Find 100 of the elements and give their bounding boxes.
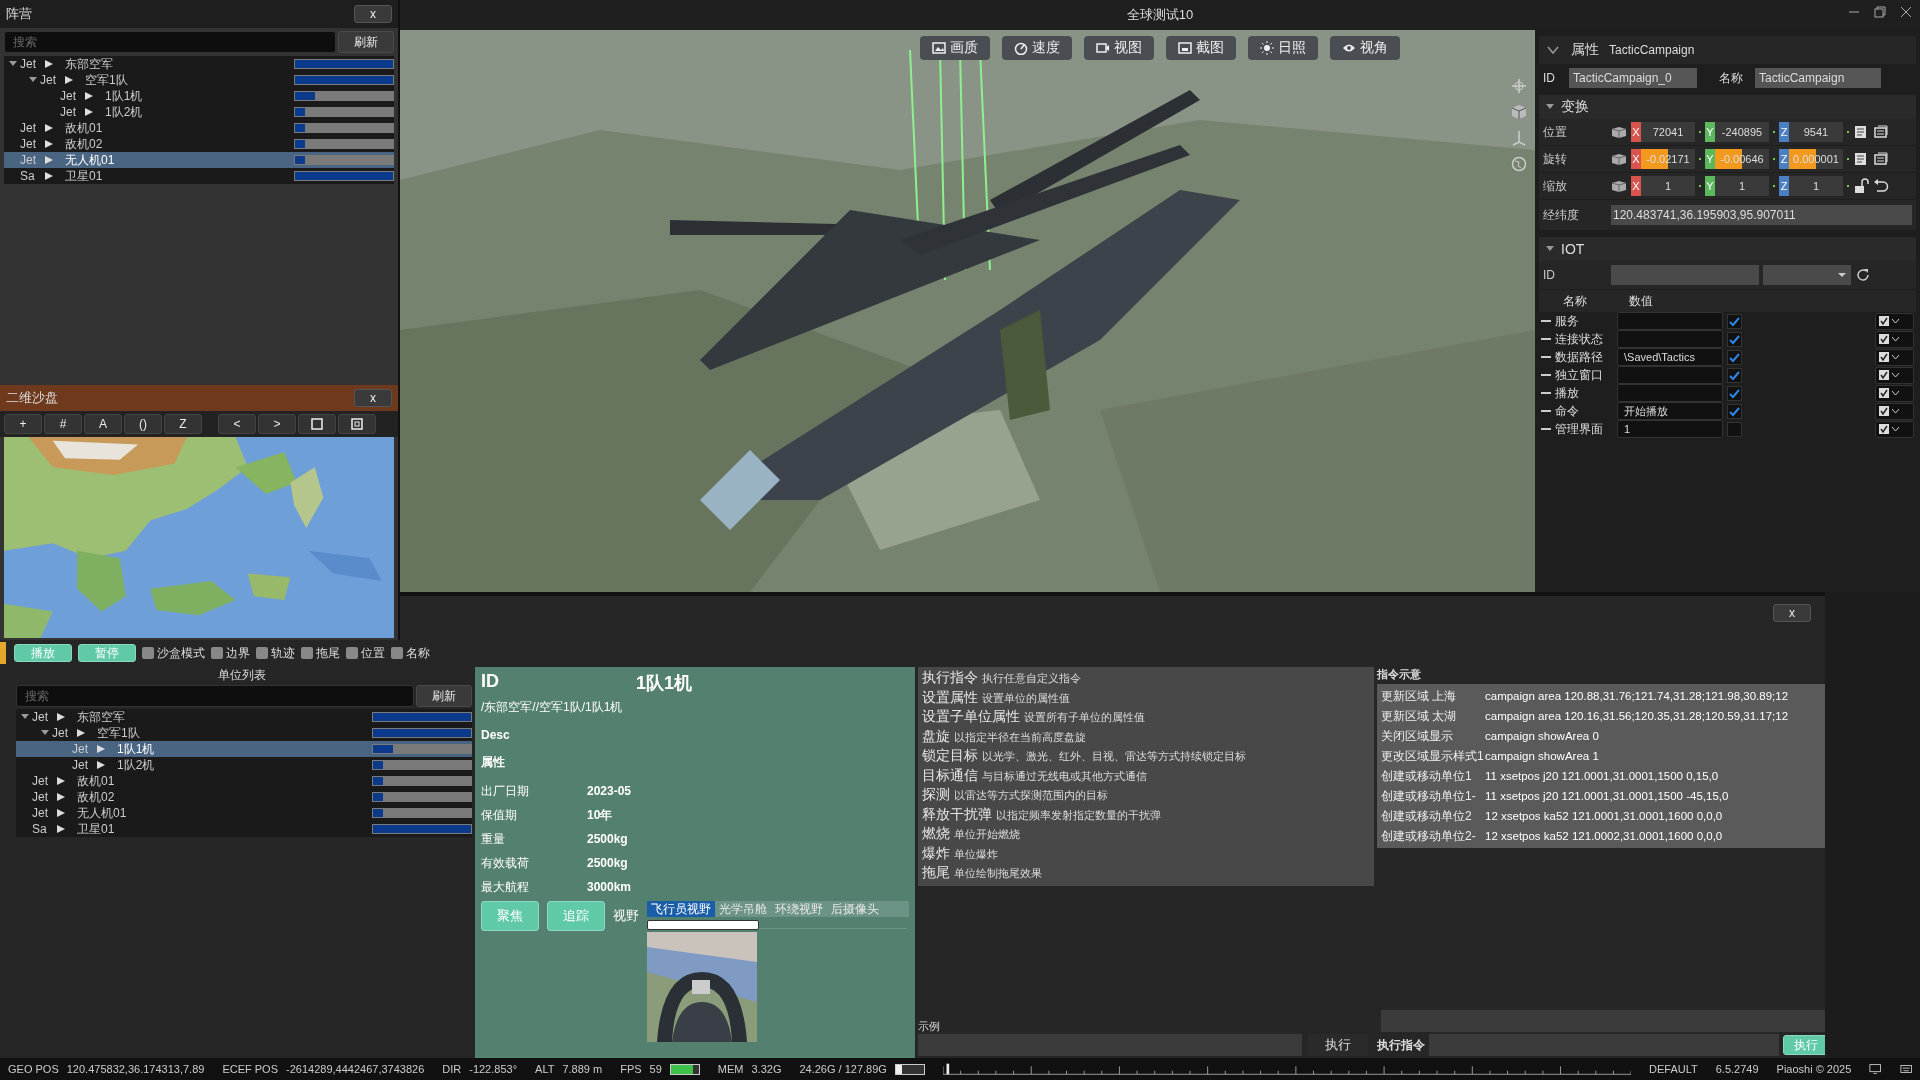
command-name[interactable]: 设置子单位属性 [922, 708, 1020, 726]
tree-item[interactable]: Sa 卫星01 [4, 168, 394, 184]
checkbox[interactable] [391, 647, 403, 659]
checkbox[interactable] [1727, 403, 1742, 419]
cube-icon[interactable] [1511, 104, 1527, 120]
example-row[interactable]: 更新区域 太湖 campaign area 120.16,31.56;120.35,31.28;120.59,31.17;12 [1381, 706, 1825, 726]
value-field[interactable] [1617, 366, 1723, 384]
checkbox[interactable] [1727, 331, 1742, 347]
axis-field[interactable]: X 72041 [1631, 122, 1695, 142]
axis-field[interactable]: Z 0.000001 [1779, 149, 1843, 169]
option-dropdown[interactable] [1875, 312, 1914, 330]
tree-item[interactable]: Jet 无人机01 [16, 805, 472, 821]
option-dropdown[interactable] [1875, 348, 1914, 366]
toolbar-button[interactable]: 日照 [1248, 36, 1318, 60]
toolbar-button[interactable]: 截图 [1166, 36, 1236, 60]
checkbox[interactable] [1879, 334, 1889, 344]
checkbox[interactable] [1879, 406, 1889, 416]
unlock-icon[interactable] [1853, 178, 1869, 194]
checkbox[interactable] [301, 647, 313, 659]
checkbox[interactable] [1727, 385, 1742, 401]
option-dropdown[interactable] [1875, 384, 1914, 402]
map-tool-button[interactable]: > [258, 414, 296, 434]
reset-icon[interactable] [1873, 178, 1889, 194]
refresh-button[interactable]: 刷新 [338, 31, 394, 53]
command-name[interactable]: 锁定目标 [922, 747, 978, 765]
axis-field[interactable]: Z 1 [1779, 176, 1843, 196]
value-field[interactable]: 开始播放 [1617, 402, 1723, 420]
example-row[interactable]: 关闭区域显示 campaign showArea 0 [1381, 726, 1825, 746]
map-tool-button[interactable] [298, 414, 336, 434]
axis-field[interactable]: Y -240895 [1705, 122, 1769, 142]
tree-item[interactable]: Jet 1队2机 [16, 757, 472, 773]
checkbox[interactable] [1879, 388, 1889, 398]
command-name[interactable]: 目标通信 [922, 766, 978, 785]
value-field[interactable]: \Saved\Tactics [1617, 348, 1723, 366]
tree-item[interactable]: Jet 东部空军 [16, 709, 472, 725]
copy-icon[interactable] [1853, 124, 1869, 140]
checkbox[interactable] [1727, 313, 1742, 329]
checkbox[interactable] [346, 647, 358, 659]
checkbox[interactable] [1879, 352, 1889, 362]
refresh-icon[interactable] [1855, 267, 1871, 283]
example-row[interactable]: 创建或移动单位2- 12 xsetpos ka52 121.0002,31.0001,1600 0,0,0 [1381, 826, 1825, 846]
name-field[interactable]: TacticCampaign [1755, 68, 1881, 88]
tree-item[interactable]: Jet 敌机01 [16, 773, 472, 789]
tree-item[interactable]: Jet 东部空军 [4, 56, 394, 72]
id-field[interactable]: TacticCampaign_0 [1569, 68, 1697, 88]
close-button[interactable]: x [354, 5, 392, 23]
checkbox[interactable] [256, 647, 268, 659]
value-field[interactable]: 1 [1617, 420, 1723, 438]
id-field[interactable] [1611, 265, 1759, 285]
view-tab[interactable]: 飞行员视野 [647, 901, 715, 917]
toolbar-button[interactable]: 画质 [920, 36, 990, 60]
command-name[interactable]: 盘旋 [922, 727, 950, 746]
value-field[interactable] [1617, 330, 1723, 348]
option-dropdown[interactable] [1875, 402, 1914, 420]
command-name[interactable]: 设置属性 [922, 688, 978, 707]
map-tool-button[interactable]: < [218, 414, 256, 434]
tree-item[interactable]: Jet 空军1队 [4, 72, 394, 88]
close-icon[interactable] [1900, 6, 1912, 18]
value-field[interactable] [1617, 384, 1723, 402]
example-row[interactable]: 创建或移动单位1- 11 xsetpos j20 121.0001,31.0001,1500 -45,15,0 [1381, 786, 1825, 806]
axis-field[interactable]: X 1 [1631, 176, 1695, 196]
map-tool-button[interactable]: # [44, 414, 82, 434]
tree-item[interactable]: Jet 1队1机 [16, 741, 472, 757]
axis-field[interactable]: Z 9541 [1779, 122, 1843, 142]
copy-icon[interactable] [1853, 151, 1869, 167]
tree-item[interactable]: Jet 敌机01 [4, 120, 394, 136]
checkbox[interactable] [1727, 349, 1742, 365]
search-field[interactable]: 搜索 [4, 31, 336, 53]
checkbox[interactable] [211, 647, 223, 659]
toolbar-button[interactable]: 视角 [1330, 36, 1400, 60]
checkbox[interactable] [142, 647, 154, 659]
example-row[interactable]: 更新区域 上海 campaign area 120.88,31.76;121.74,31.28;121.98,30.89;12 [1381, 686, 1825, 706]
restore-icon[interactable] [1874, 6, 1886, 18]
paste-icon[interactable] [1873, 151, 1889, 167]
checkbox[interactable] [1879, 424, 1889, 434]
tree-item[interactable]: Jet 无人机01 [4, 152, 394, 168]
example-row[interactable]: 更改区域显示样式1campaign showArea 1 [1381, 746, 1825, 766]
tree-item[interactable]: Jet 敌机02 [4, 136, 394, 152]
refresh-button[interactable]: 刷新 [416, 685, 472, 707]
map-tool-button[interactable]: A [84, 414, 122, 434]
close-button[interactable]: x [354, 389, 392, 407]
axis-field[interactable]: Y 1 [1705, 176, 1769, 196]
map-tool-button[interactable]: + [4, 414, 42, 434]
command-name[interactable]: 执行指令 [922, 669, 978, 687]
checkbox[interactable] [1879, 370, 1889, 380]
toolbar-button[interactable]: 速度 [1002, 36, 1072, 60]
tree-item[interactable]: Jet 敌机02 [16, 789, 472, 805]
coordinates-field[interactable]: 120.483741,36.195903,95.907011 [1611, 205, 1912, 225]
tree-item[interactable]: Jet 1队1机 [4, 88, 394, 104]
command-name[interactable]: 拖尾 [922, 864, 950, 882]
tree-item[interactable]: Jet 空军1队 [16, 725, 472, 741]
toolbar-button[interactable]: 视图 [1084, 36, 1154, 60]
option-dropdown[interactable] [1875, 330, 1914, 348]
tree-item[interactable]: Jet 1队2机 [4, 104, 394, 120]
checkbox[interactable] [1879, 316, 1889, 326]
command-name[interactable]: 爆炸 [922, 844, 950, 863]
close-button[interactable]: x [1773, 604, 1811, 622]
search-field[interactable]: 搜索 [16, 685, 414, 707]
checkbox[interactable] [1727, 367, 1742, 383]
command-name[interactable]: 探测 [922, 786, 950, 804]
